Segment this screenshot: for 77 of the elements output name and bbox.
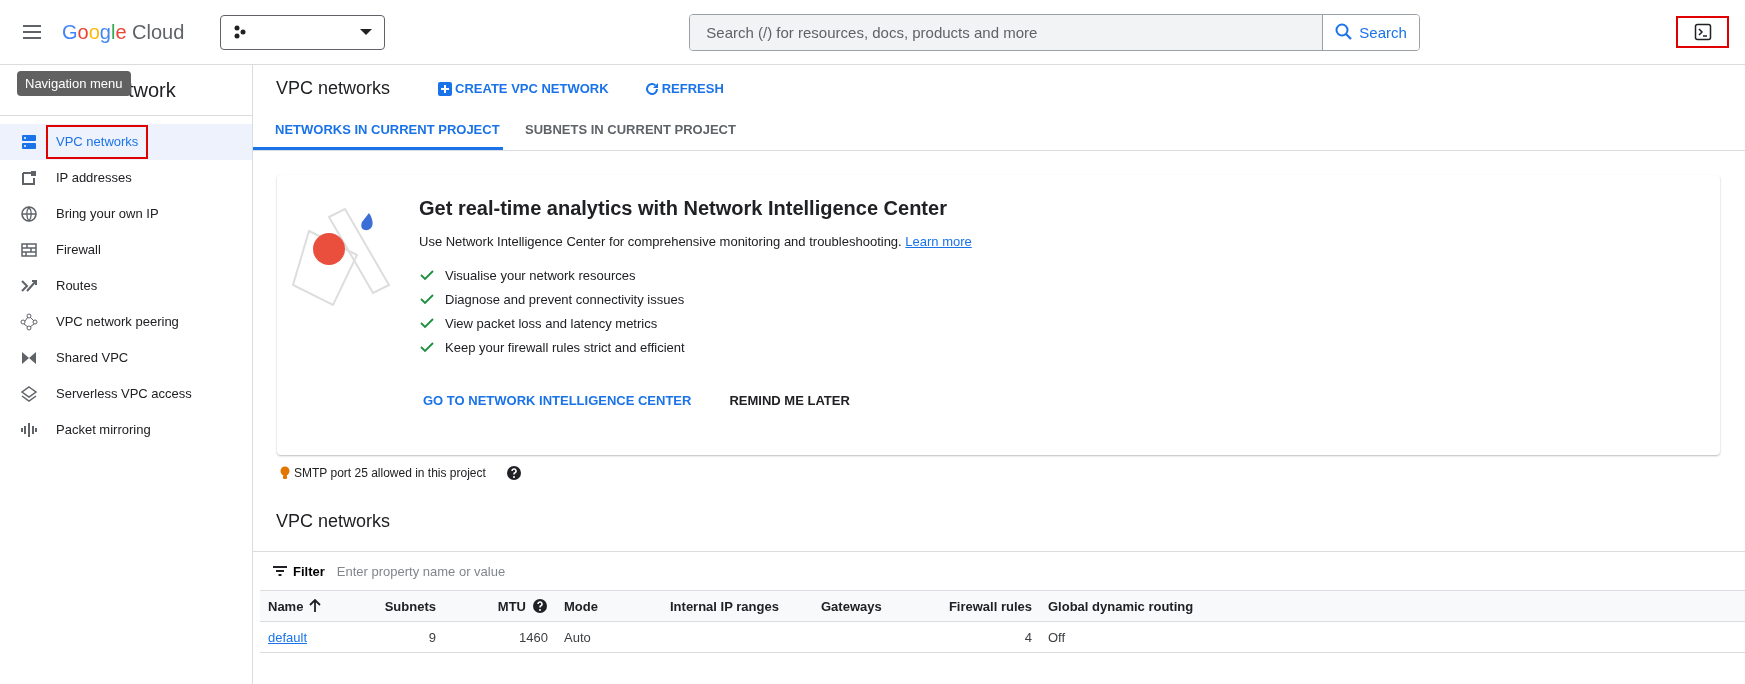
create-button[interactable]: CREATE VPC NETWORK [434, 77, 613, 100]
search-icon [1335, 23, 1354, 41]
feature-text: View packet loss and latency metrics [445, 315, 658, 331]
column-header[interactable]: Gateways [813, 590, 924, 622]
dots-icon [233, 25, 248, 39]
nav-item-icon [20, 205, 38, 223]
learn-more-link[interactable]: Learn more [905, 234, 972, 249]
refresh-button[interactable]: REFRESH [640, 77, 728, 100]
feature-text: Diagnose and prevent connectivity issues [445, 291, 685, 307]
sidebar-item[interactable]: Firewall [0, 232, 252, 268]
sidebar-item[interactable]: VPC networks [0, 124, 252, 160]
terminal-button[interactable] [1676, 16, 1729, 48]
column-header[interactable]: Internal IP ranges [662, 590, 813, 622]
check-icon [419, 291, 435, 307]
nav-label: Shared VPC [55, 349, 130, 367]
promo-description: Use Network Intelligence Center for comprehensive monitoring and troubleshooting. Learn more [419, 234, 972, 249]
check-icon [419, 267, 435, 283]
sidebar-item[interactable]: VPC network peering [0, 304, 252, 340]
network-link[interactable]: default [268, 629, 308, 645]
sidebar-item[interactable]: IP addresses [0, 160, 252, 196]
refresh-icon [644, 81, 659, 96]
terminal-icon [1693, 23, 1712, 41]
help-icon[interactable] [532, 598, 548, 614]
filter-icon [273, 566, 287, 576]
nav-item-icon [20, 169, 38, 187]
go-to-center-button[interactable]: GO TO NETWORK INTELLIGENCE CENTER [419, 389, 696, 412]
column-header[interactable]: MTU [444, 590, 556, 622]
tooltip: Navigation menu [17, 71, 131, 96]
nav-label: Serverless VPC access [55, 385, 193, 403]
help-icon[interactable] [505, 465, 522, 481]
check-icon [419, 339, 435, 355]
section-title: VPC networks [276, 511, 392, 533]
smtp-notice: SMTP port 25 allowed in this project [294, 466, 486, 480]
project-selector[interactable] [220, 14, 386, 50]
lightbulb-icon [280, 466, 290, 480]
sidebar-item[interactable]: Packet mirroring [0, 412, 252, 448]
search-field[interactable]: Search (/) for resources, docs, products and more [690, 14, 1324, 50]
add-icon [438, 81, 453, 96]
nav-label: VPC network peering [55, 313, 180, 331]
nav-label: IP addresses [55, 169, 133, 187]
column-header[interactable]: Global dynamic routing [1040, 590, 1745, 622]
nav-item-icon [20, 313, 38, 331]
column-header[interactable]: Mode [556, 590, 662, 622]
nav-label: VPC networks [46, 125, 149, 159]
nav-item-icon [20, 241, 38, 259]
check-icon [419, 315, 435, 331]
nav-label: Packet mirroring [55, 421, 152, 439]
nav-item-icon [20, 421, 38, 439]
nav-label: Routes [55, 277, 99, 295]
promo-title: Get real-time analytics with Network Intelligence Center [419, 197, 948, 220]
table-cell: Off [1040, 622, 1745, 653]
table-cell: 4 [924, 622, 1040, 653]
sidebar-item[interactable]: Bring your own IP [0, 196, 252, 232]
nav-item-icon [20, 133, 38, 151]
nav-label: Firewall [55, 241, 102, 259]
feature-text: Keep your firewall rules strict and efficient [445, 339, 685, 355]
nav-label: Bring your own IP [55, 205, 160, 223]
filter-button[interactable]: Filter [273, 563, 325, 579]
table-cell: 1460 [444, 622, 556, 653]
remind-later-button[interactable]: REMIND ME LATER [725, 389, 854, 412]
sort-up-icon [309, 599, 322, 613]
sidebar-item[interactable]: Shared VPC [0, 340, 252, 376]
column-header[interactable]: Firewall rules [924, 590, 1040, 622]
table-cell: Auto [556, 622, 662, 653]
tab[interactable]: NETWORKS IN CURRENT PROJECT [253, 112, 503, 150]
caret-icon [360, 29, 373, 35]
sidebar-item[interactable]: Routes [0, 268, 252, 304]
column-header[interactable]: Name [260, 590, 382, 622]
tab[interactable]: SUBNETS IN CURRENT PROJECT [503, 112, 758, 150]
page-title: VPC networks [276, 78, 391, 99]
nav-item-icon [20, 349, 38, 367]
sidebar-item[interactable]: Serverless VPC access [0, 376, 252, 412]
feature-text: Visualise your network resources [445, 267, 636, 283]
logo[interactable]: Google Cloud [62, 20, 185, 44]
table-cell: 9 [382, 622, 444, 653]
column-header[interactable]: Subnets [382, 590, 444, 622]
nav-item-icon [20, 385, 38, 403]
